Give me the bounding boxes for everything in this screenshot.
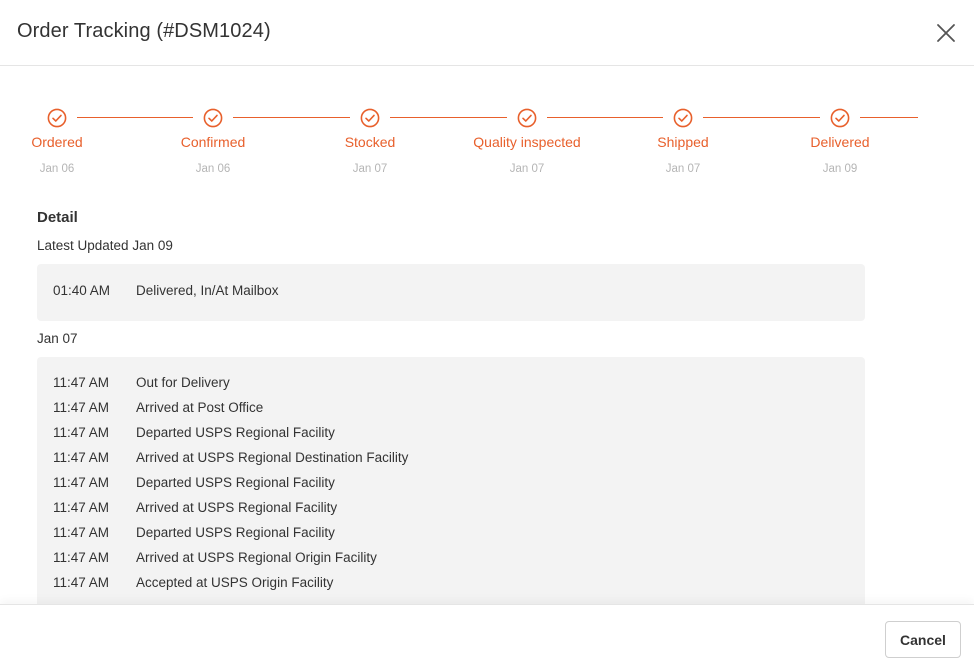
step-date: Jan 09 [822,163,858,175]
step-label: Ordered [31,134,83,150]
event-description: Arrived at USPS Regional Destination Fac… [136,450,409,465]
event-time: 01:40 AM [53,283,111,298]
step-ordered: Ordered Jan 06 [0,100,127,175]
event-description: Departed USPS Regional Facility [136,475,335,490]
step-date: Jan 07 [665,163,701,175]
modal-footer: Cancel [0,604,974,667]
tracking-event-row: 11:47 AM Out for Delivery [53,370,865,395]
tracking-event-row: 11:47 AM Departed USPS Regional Facility [53,470,865,495]
event-time: 11:47 AM [53,500,110,515]
check-circle-icon [47,108,67,128]
event-time: 11:47 AM [53,475,110,490]
step-label: Quality inspected [473,134,581,150]
step-date: Jan 07 [352,163,388,175]
event-time: 11:47 AM [53,375,110,390]
tracking-event-row: 11:47 AM Accepted at USPS Origin Facility [53,570,865,595]
event-time: 11:47 AM [53,425,110,440]
tracking-event-row: 11:47 AM Arrived at USPS Regional Facilit… [53,495,865,520]
tracking-event-row: 11:47 AM Arrived at USPS Regional Destina… [53,445,865,470]
modal-title: Order Tracking (#DSM1024) [17,20,271,42]
step-label: Confirmed [180,134,246,150]
event-time: 11:47 AM [53,525,110,540]
check-circle-icon [517,108,537,128]
event-time: 11:47 AM [53,400,110,415]
detail-heading: Detail [37,209,78,226]
event-description: Accepted at USPS Origin Facility [136,575,334,590]
tracking-events-box: 01:40 AM Delivered, In/At Mailbox [37,264,865,321]
event-description: Departed USPS Regional Facility [136,525,335,540]
step-date: Jan 06 [195,163,231,175]
step-confirmed: Confirmed Jan 06 [143,100,283,175]
step-label: Delivered [810,134,870,150]
step-date: Jan 07 [509,163,545,175]
event-time: 11:47 AM [53,450,110,465]
tracking-event-row: 11:47 AM Departed USPS Regional Facility [53,520,865,545]
tracking-event-row: 01:40 AM Delivered, In/At Mailbox [53,278,865,303]
step-date: Jan 06 [39,163,75,175]
detail-group-label: Latest Updated Jan 09 [37,238,173,253]
event-description: Delivered, In/At Mailbox [136,283,279,298]
detail-group-label: Jan 07 [37,331,78,346]
event-time: 11:47 AM [53,550,110,565]
event-description: Departed USPS Regional Facility [136,425,335,440]
check-circle-icon [673,108,693,128]
step-shipped: Shipped Jan 07 [613,100,753,175]
event-description: Arrived at USPS Regional Origin Facility [136,550,377,565]
tracking-event-row: 11:47 AM Arrived at USPS Regional Origin … [53,545,865,570]
order-tracking-modal: Order Tracking (#DSM1024) Ordered Jan 06 C… [0,0,974,667]
tracking-event-row: 11:47 AM Departed USPS Regional Facility [53,420,865,445]
event-time: 11:47 AM [53,575,110,590]
step-delivered: Delivered Jan 09 [770,100,910,175]
close-icon[interactable] [934,21,958,45]
check-circle-icon [203,108,223,128]
tracking-event-row: 11:47 AM Arrived at Post Office [53,395,865,420]
step-label: Stocked [344,134,396,150]
step-label: Shipped [657,134,709,150]
order-progress-stepper: Ordered Jan 06 Confirmed Jan 06 Stocked Jan 0… [0,100,974,190]
event-description: Out for Delivery [136,375,230,390]
check-circle-icon [360,108,380,128]
step-stocked: Stocked Jan 07 [300,100,440,175]
step-quality-inspected: Quality inspected Jan 07 [457,100,597,175]
event-description: Arrived at Post Office [136,400,264,415]
check-circle-icon [830,108,850,128]
cancel-button[interactable]: Cancel [885,621,961,658]
event-description: Arrived at USPS Regional Facility [136,500,338,515]
modal-header: Order Tracking (#DSM1024) [0,0,974,66]
